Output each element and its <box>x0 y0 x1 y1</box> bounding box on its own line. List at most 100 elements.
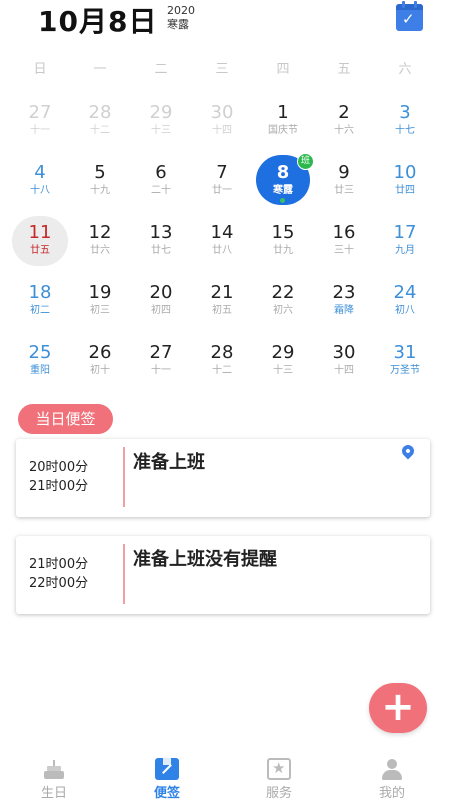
calendar-day-cell[interactable]: 23 霜降 <box>314 278 374 336</box>
lunar-date: 九月 <box>395 245 415 256</box>
lunar-date: 二十 <box>151 185 171 196</box>
calendar-day-cell[interactable]: 3 十七 <box>375 98 435 156</box>
nav-service[interactable]: ★ 服务 <box>239 752 319 800</box>
note-divider <box>123 544 125 604</box>
day-number: 31 <box>393 342 417 363</box>
calendar-day-cell[interactable]: 28 十二 <box>192 338 252 396</box>
year-label: 2020 <box>167 4 195 17</box>
day-number: 1 <box>277 102 289 123</box>
day-number: 6 <box>155 162 167 183</box>
day-number: 5 <box>94 162 106 183</box>
calendar-day-cell[interactable]: 17 九月 <box>375 218 435 276</box>
note-title: 准备上班 <box>133 452 205 473</box>
cake-icon <box>42 758 66 780</box>
day-number: 9 <box>338 162 350 183</box>
calendar-day-cell[interactable]: 31 万圣节 <box>375 338 435 396</box>
calendar-day-cell[interactable]: 5 十九 <box>70 158 130 216</box>
day-number: 27 <box>149 342 173 363</box>
weekday-label: 一 <box>93 62 107 77</box>
lunar-date: 寒露 <box>273 185 293 196</box>
star-service-icon: ★ <box>267 758 291 780</box>
calendar-day-cell[interactable]: 7 廿一 <box>192 158 252 216</box>
calendar-day-cell[interactable]: 14 廿八 <box>192 218 252 276</box>
calendar-day-cell[interactable]: 4 十八 <box>10 158 70 216</box>
calendar-day-cell[interactable]: 29 十三 <box>253 338 313 396</box>
lunar-date: 十二 <box>90 125 110 136</box>
lunar-date: 初八 <box>395 305 415 316</box>
lunar-date: 廿六 <box>90 245 110 256</box>
calendar-day-cell[interactable]: 16 三十 <box>314 218 374 276</box>
weekday-label: 六 <box>398 62 412 77</box>
calendar-day-cell[interactable]: 10 廿四 <box>375 158 435 216</box>
note-divider <box>123 447 125 507</box>
note-card[interactable]: 20时00分 21时00分 准备上班 <box>16 439 430 517</box>
add-note-button[interactable]: + <box>369 683 427 733</box>
calendar-day-cell[interactable]: 11 廿五 <box>10 218 70 276</box>
weekday-label: 三 <box>215 62 229 77</box>
lunar-date: 十六 <box>334 125 354 136</box>
current-date-title[interactable]: 10月8日 <box>38 0 157 40</box>
day-number: 7 <box>216 162 228 183</box>
calendar-day-cell[interactable]: 20 初四 <box>131 278 191 336</box>
calendar-day-cell[interactable]: 27 十一 <box>10 98 70 156</box>
day-number: 17 <box>393 222 417 243</box>
day-number: 19 <box>88 282 112 303</box>
calendar-day-cell[interactable]: 12 廿六 <box>70 218 130 276</box>
lunar-date: 初十 <box>90 365 110 376</box>
header: 10月8日 2020 寒露 ✓ <box>0 0 450 50</box>
calendar-day-cell[interactable]: 30 十四 <box>314 338 374 396</box>
plus-icon: + <box>381 684 415 730</box>
calendar-day-cell[interactable]: 22 初六 <box>253 278 313 336</box>
day-number: 30 <box>210 102 234 123</box>
day-number: 12 <box>88 222 112 243</box>
day-number: 23 <box>332 282 356 303</box>
lunar-date: 十一 <box>30 125 50 136</box>
calendar-day-cell[interactable]: 24 初八 <box>375 278 435 336</box>
nav-label: 便签 <box>153 786 180 800</box>
calendar-day-cell[interactable]: 15 廿九 <box>253 218 313 276</box>
lunar-date: 十二 <box>212 365 232 376</box>
calendar-day-cell[interactable]: 21 初五 <box>192 278 252 336</box>
lunar-date: 初四 <box>151 305 171 316</box>
calendar-day-cell[interactable]: 2 十六 <box>314 98 374 156</box>
nav-mine[interactable]: 我的 <box>352 752 432 800</box>
lunar-date: 十九 <box>90 185 110 196</box>
lunar-date: 廿八 <box>212 245 232 256</box>
day-number: 22 <box>271 282 295 303</box>
calendar-day-cell[interactable]: 6 二十 <box>131 158 191 216</box>
calendar-day-cell[interactable]: 1 国庆节 <box>253 98 313 156</box>
note-card[interactable]: 21时00分 22时00分 准备上班没有提醒 <box>16 536 430 614</box>
lunar-date: 万圣节 <box>390 365 420 376</box>
calendar-day-cell[interactable]: 30 十四 <box>192 98 252 156</box>
lunar-date: 十三 <box>273 365 293 376</box>
lunar-date: 十三 <box>151 125 171 136</box>
nav-label: 服务 <box>265 786 292 800</box>
nav-notes[interactable]: 便签 <box>127 752 207 800</box>
calendar-day-cell[interactable]: 29 十三 <box>131 98 191 156</box>
lunar-date: 十四 <box>212 125 232 136</box>
solar-term-label: 寒露 <box>167 18 189 31</box>
calendar-day-cell[interactable]: 19 初三 <box>70 278 130 336</box>
day-number: 18 <box>28 282 52 303</box>
day-number: 10 <box>393 162 417 183</box>
year-info: 2020 寒露 <box>167 4 195 32</box>
lunar-date: 初二 <box>30 305 50 316</box>
note-end-time: 21时00分 <box>29 479 89 494</box>
day-number: 20 <box>149 282 173 303</box>
calendar-day-cell[interactable]: 13 廿七 <box>131 218 191 276</box>
calendar-check-icon[interactable]: ✓ <box>396 1 423 31</box>
calendar-day-cell[interactable]: 28 十二 <box>70 98 130 156</box>
note-start-time: 20时00分 <box>29 460 89 475</box>
day-number: 16 <box>332 222 356 243</box>
nav-label: 我的 <box>378 786 405 800</box>
calendar-day-cell[interactable]: 27 十一 <box>131 338 191 396</box>
calendar-day-cell[interactable]: 9 廿三 <box>314 158 374 216</box>
calendar-day-cell[interactable]: 25 重阳 <box>10 338 70 396</box>
calendar-day-cell[interactable]: 26 初十 <box>70 338 130 396</box>
day-number: 21 <box>210 282 234 303</box>
nav-birthday[interactable]: 生日 <box>14 752 94 800</box>
note-end-time: 22时00分 <box>29 576 89 591</box>
calendar-day-cell[interactable]: 18 初二 <box>10 278 70 336</box>
lunar-date: 初三 <box>90 305 110 316</box>
weekday-label: 日 <box>33 62 47 77</box>
